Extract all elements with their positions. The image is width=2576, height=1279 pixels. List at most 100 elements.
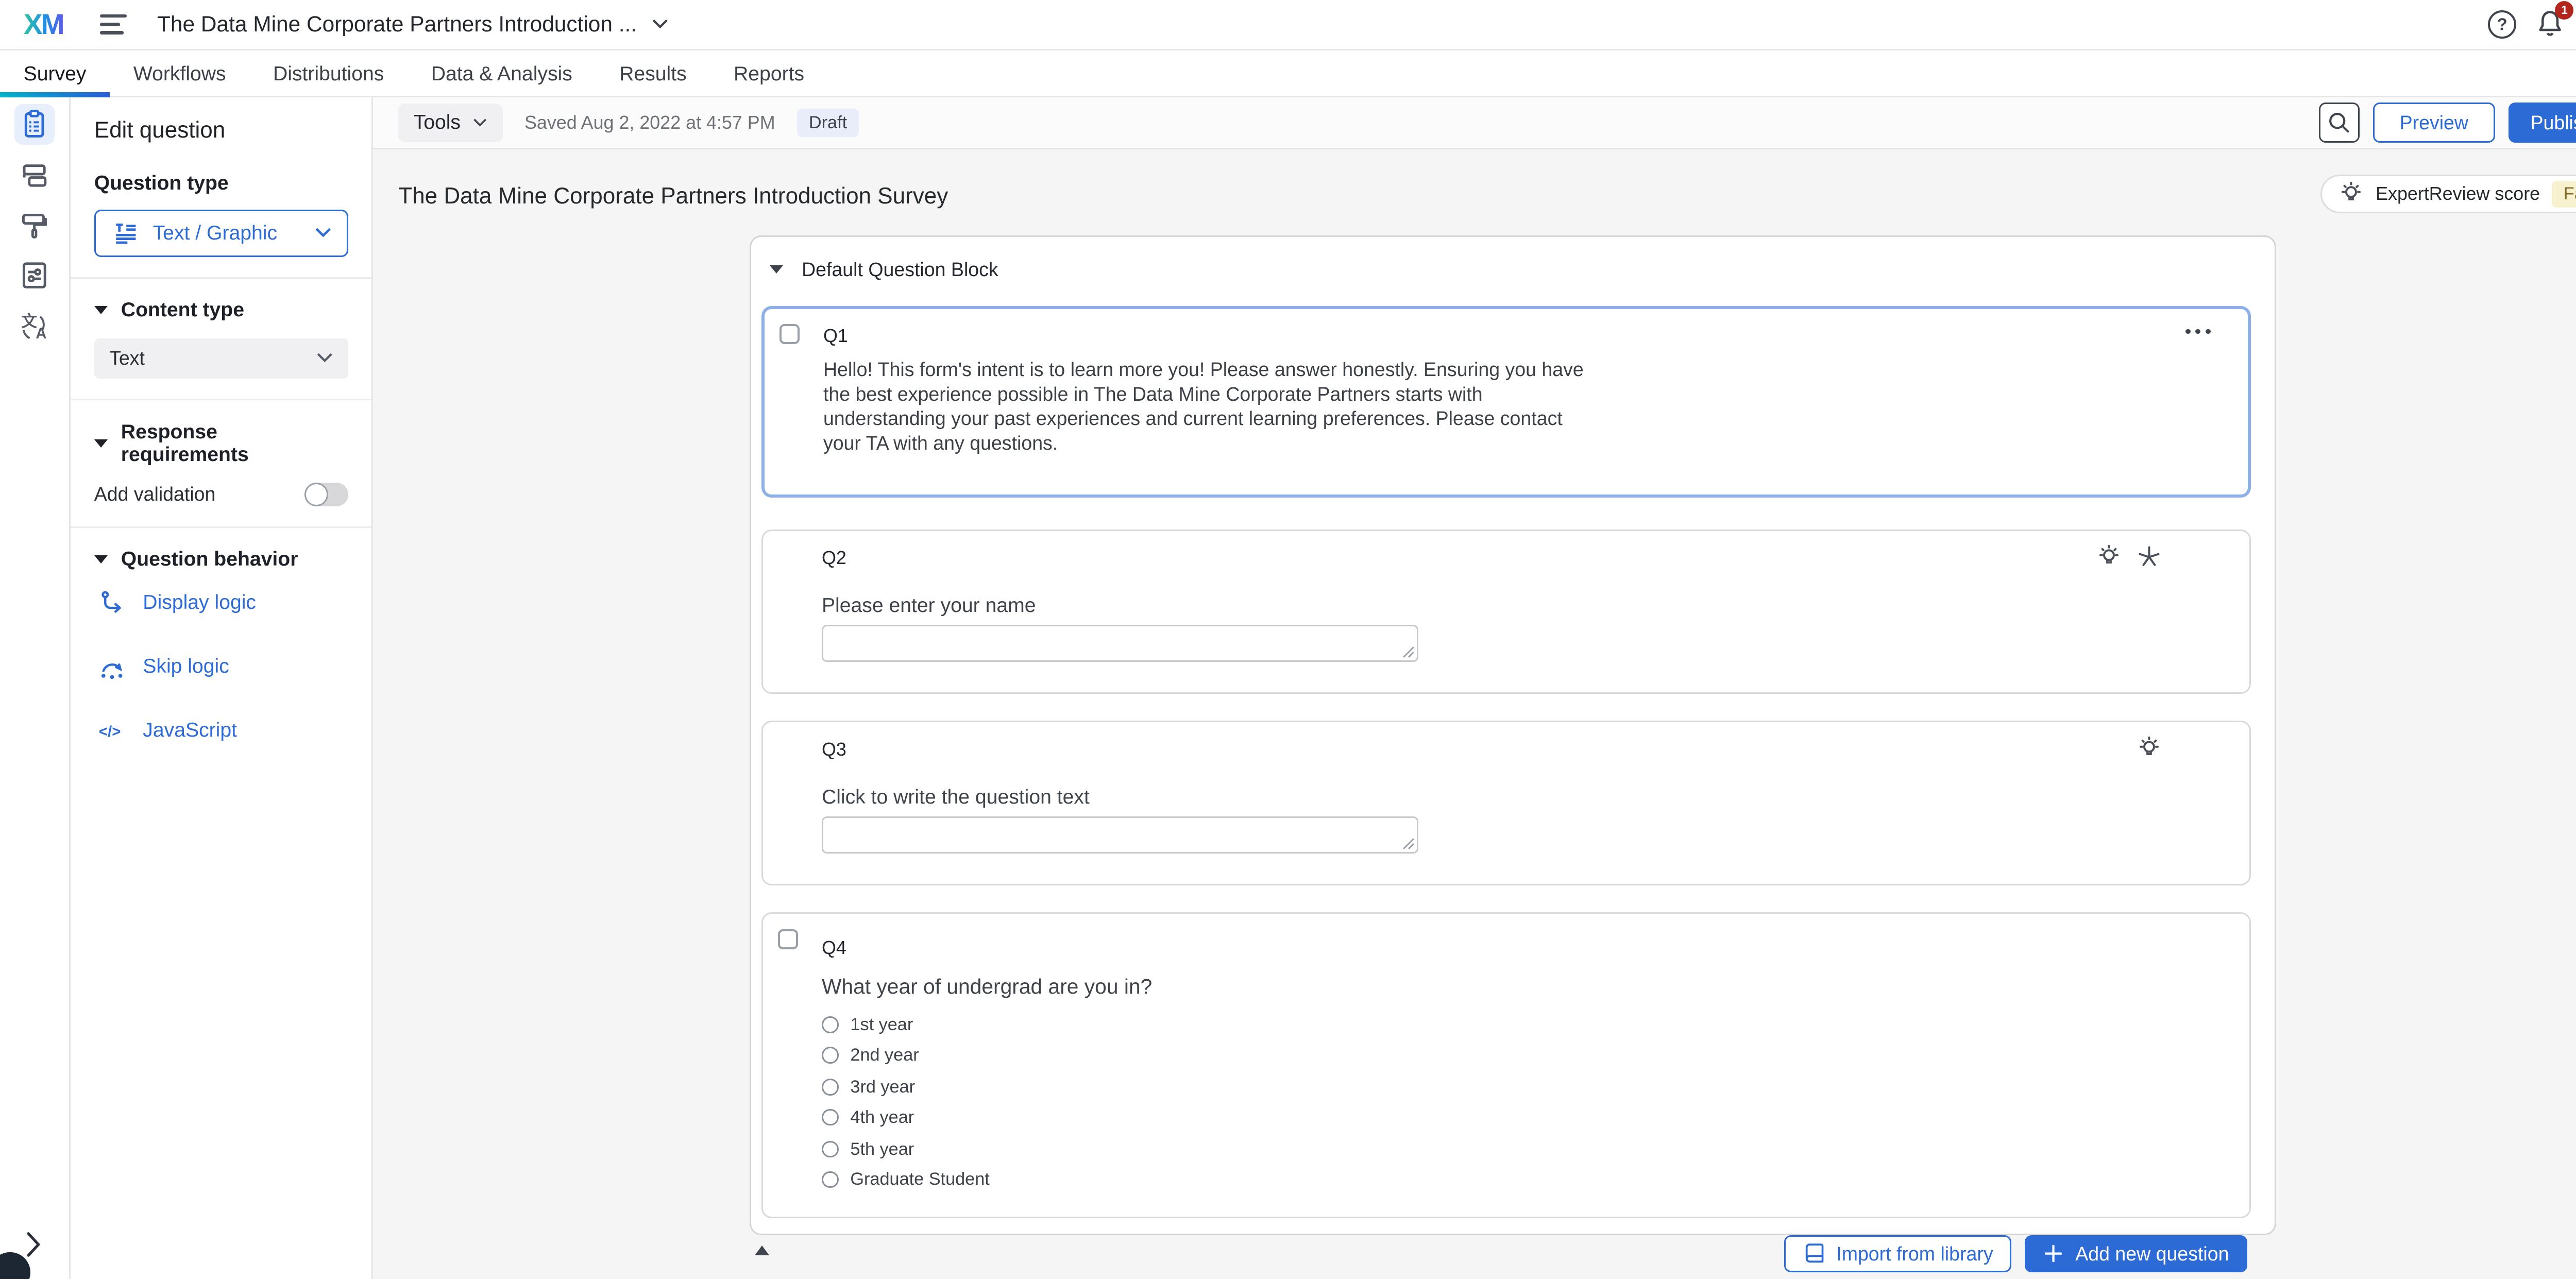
rail-item-blocks[interactable] bbox=[14, 155, 55, 195]
javascript-link[interactable]: </> JavaScript bbox=[97, 715, 348, 746]
rail-item-translations[interactable]: 文 A bbox=[14, 306, 55, 346]
question-indicator-icons bbox=[2096, 544, 2162, 570]
lightbulb-icon[interactable] bbox=[2137, 736, 2162, 761]
tools-dropdown[interactable]: Tools bbox=[398, 104, 502, 142]
question-checkbox[interactable] bbox=[779, 324, 800, 344]
main-content: Tools Saved Aug 2, 2022 at 4:57 PM Draft… bbox=[373, 97, 2576, 1279]
paint-roller-icon bbox=[18, 209, 51, 242]
expert-review-pill[interactable]: ExpertReview score Fair bbox=[2320, 175, 2576, 213]
editor-toolbar: Tools Saved Aug 2, 2022 at 4:57 PM Draft… bbox=[373, 97, 2576, 149]
clipboard-builder-icon bbox=[18, 108, 51, 141]
choice-option[interactable]: 3rd year bbox=[822, 1077, 915, 1097]
add-validation-toggle[interactable] bbox=[304, 483, 348, 506]
expert-review-score-badge: Fair bbox=[2552, 181, 2576, 208]
hamburger-menu-icon[interactable] bbox=[100, 14, 127, 35]
question-card-q4[interactable]: Q4 What year of undergrad are you in? 1s… bbox=[761, 912, 2251, 1218]
choice-option[interactable]: 5th year bbox=[822, 1139, 914, 1159]
block-collapse-triangle-icon[interactable] bbox=[770, 265, 783, 274]
import-from-library-button[interactable]: Import from library bbox=[1784, 1235, 2011, 1272]
tab-data-analysis[interactable]: Data & Analysis bbox=[408, 50, 596, 97]
question-indicator-icons bbox=[2137, 736, 2162, 761]
tab-reports[interactable]: Reports bbox=[710, 50, 827, 97]
search-button[interactable] bbox=[2319, 103, 2359, 143]
add-new-question-button[interactable]: Add new question bbox=[2025, 1235, 2247, 1272]
question-text[interactable]: Click to write the question text bbox=[822, 786, 1090, 809]
xm-logo[interactable]: XM bbox=[24, 8, 63, 41]
question-text[interactable]: Please enter your name bbox=[822, 594, 1036, 617]
tab-survey[interactable]: Survey bbox=[0, 50, 110, 97]
answer-text-input[interactable] bbox=[822, 816, 1418, 854]
radio-icon[interactable] bbox=[822, 1016, 839, 1033]
question-text[interactable]: What year of undergrad are you in? bbox=[822, 975, 1152, 999]
answer-text-input[interactable] bbox=[822, 625, 1418, 662]
question-type-value: Text / Graphic bbox=[153, 222, 277, 245]
choice-option[interactable]: 1st year bbox=[822, 1015, 913, 1035]
preview-button[interactable]: Preview bbox=[2373, 103, 2495, 143]
notifications-button[interactable]: 1 bbox=[2533, 8, 2567, 41]
question-type-dropdown[interactable]: Text / Graphic bbox=[94, 210, 348, 257]
survey-title-menu[interactable]: The Data Mine Corporate Partners Introdu… bbox=[157, 12, 669, 37]
svg-text:文: 文 bbox=[22, 312, 38, 331]
content-type-select[interactable]: Text bbox=[94, 338, 348, 379]
search-icon bbox=[2326, 109, 2352, 136]
question-id: Q1 bbox=[823, 326, 848, 347]
translations-icon: 文 A bbox=[18, 309, 51, 343]
content-type-section-header[interactable]: Content type bbox=[94, 299, 348, 321]
question-behavior-label: Question behavior bbox=[121, 548, 298, 571]
radio-icon[interactable] bbox=[822, 1141, 839, 1158]
question-menu-button[interactable] bbox=[2185, 329, 2211, 334]
block-title[interactable]: Default Question Block bbox=[802, 259, 998, 281]
radio-icon[interactable] bbox=[822, 1079, 839, 1096]
rail-item-look-and-feel[interactable] bbox=[14, 205, 55, 245]
publish-button[interactable]: Publish bbox=[2509, 103, 2576, 143]
survey-page-title: The Data Mine Corporate Partners Introdu… bbox=[398, 183, 948, 209]
content-type-label: Content type bbox=[121, 299, 244, 321]
question-card-q1[interactable]: Q1 Hello! This form's intent is to learn… bbox=[761, 306, 2251, 498]
qualtrics-survey-editor: XM The Data Mine Corporate Partners Intr… bbox=[0, 0, 2576, 1279]
expand-panel-chevron-icon[interactable] bbox=[22, 1229, 45, 1262]
question-id: Q4 bbox=[822, 937, 846, 959]
top-bar: XM The Data Mine Corporate Partners Intr… bbox=[0, 0, 2576, 50]
block-footer-actions: Import from library Add new question bbox=[1784, 1235, 2247, 1272]
text-graphic-icon bbox=[111, 218, 141, 249]
primary-nav: Survey Workflows Distributions Data & An… bbox=[0, 50, 2576, 97]
tab-workflows[interactable]: Workflows bbox=[110, 50, 249, 97]
radio-icon[interactable] bbox=[822, 1047, 839, 1064]
question-behavior-section-header[interactable]: Question behavior bbox=[94, 548, 348, 571]
branch-arrow-icon bbox=[97, 588, 128, 618]
toolbar-actions: Preview Publish bbox=[2319, 103, 2576, 143]
help-icon[interactable]: ? bbox=[2488, 10, 2516, 39]
block-bottom-collapse-icon[interactable] bbox=[755, 1246, 769, 1255]
divider bbox=[71, 526, 371, 528]
radio-icon[interactable] bbox=[822, 1109, 839, 1126]
rail-item-survey-options[interactable] bbox=[14, 255, 55, 296]
panel-title: Edit question bbox=[94, 117, 348, 143]
lightbulb-icon bbox=[2338, 181, 2364, 207]
notification-badge: 1 bbox=[2555, 1, 2573, 20]
question-type-label: Question type bbox=[94, 172, 348, 195]
divider bbox=[71, 399, 371, 400]
code-icon: </> bbox=[97, 715, 128, 746]
question-card-q3[interactable]: Q3 Click to write the question text bbox=[761, 721, 2251, 885]
lightbulb-icon[interactable] bbox=[2096, 544, 2122, 570]
choice-option[interactable]: 4th year bbox=[822, 1107, 914, 1128]
skip-logic-link[interactable]: Skip logic bbox=[97, 652, 348, 682]
response-requirements-section-header[interactable]: Response requirements bbox=[94, 421, 348, 466]
display-logic-link[interactable]: Display logic bbox=[97, 588, 348, 618]
choice-option[interactable]: 2nd year bbox=[822, 1045, 919, 1065]
asterisk-icon[interactable] bbox=[2137, 544, 2162, 570]
rail-item-builder[interactable] bbox=[14, 104, 55, 144]
blocks-icon bbox=[18, 158, 51, 192]
collapse-triangle-icon bbox=[94, 555, 108, 564]
question-card-q2[interactable]: Q2 Please enter your name bbox=[761, 530, 2251, 694]
draft-badge: Draft bbox=[797, 109, 859, 137]
question-id: Q3 bbox=[822, 739, 846, 760]
question-checkbox[interactable] bbox=[778, 929, 798, 949]
question-id: Q2 bbox=[822, 548, 846, 569]
radio-icon[interactable] bbox=[822, 1171, 839, 1188]
tab-results[interactable]: Results bbox=[596, 50, 710, 97]
tab-distributions[interactable]: Distributions bbox=[249, 50, 408, 97]
question-text[interactable]: Hello! This form's intent is to learn mo… bbox=[823, 357, 1597, 456]
choice-option[interactable]: Graduate Student bbox=[822, 1169, 990, 1189]
add-validation-row: Add validation bbox=[94, 483, 348, 506]
